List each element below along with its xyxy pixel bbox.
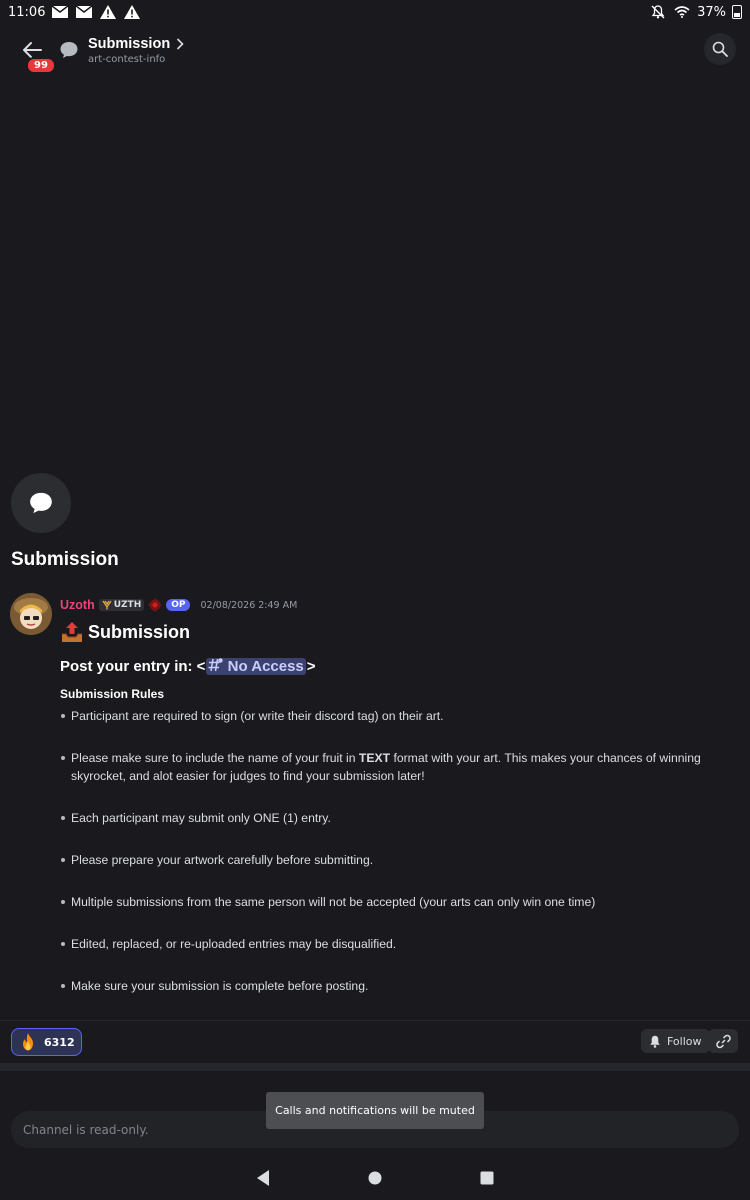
mail-icon xyxy=(75,5,93,19)
channel-mention[interactable]: No Access xyxy=(206,658,306,675)
chat-bubble-icon xyxy=(30,492,52,514)
copy-link-button[interactable] xyxy=(708,1029,738,1053)
header-title-group[interactable]: Submission art-contest-info xyxy=(88,36,184,65)
message-heading-text: Submission xyxy=(88,621,191,642)
message-heading: Submission xyxy=(60,620,730,644)
divider xyxy=(0,1020,750,1021)
warning-icon xyxy=(123,5,141,19)
avatar[interactable] xyxy=(10,593,52,635)
server-tag[interactable]: UZTH xyxy=(98,599,145,611)
system-nav-bar xyxy=(0,1156,750,1200)
post-entry-suffix: > xyxy=(306,658,316,675)
message: Uzoth UZTH OP 02/08/2026 2:49 AM Submiss… xyxy=(60,596,730,1019)
battery-icon xyxy=(732,5,742,19)
toast-text: Calls and notifications will be muted xyxy=(275,1104,475,1117)
op-badge: OP xyxy=(166,599,191,611)
warning-icon xyxy=(99,5,117,19)
page-title: Submission xyxy=(88,35,171,52)
chevron-right-icon xyxy=(177,37,184,50)
section-separator xyxy=(0,1063,750,1071)
locked-channel-icon xyxy=(208,658,224,672)
notifications-off-icon xyxy=(649,5,667,19)
rules-title: Submission Rules xyxy=(60,687,165,701)
list-item: Please make sure to include the name of … xyxy=(60,749,730,785)
nav-back-icon[interactable] xyxy=(255,1169,271,1187)
post-entry-line: Post your entry in: < No Access > xyxy=(60,658,730,675)
emblem-icon xyxy=(102,600,112,610)
fire-icon xyxy=(23,1033,33,1051)
list-item: Participant are required to sign (or wri… xyxy=(60,707,730,725)
message-input-placeholder: Channel is read-only. xyxy=(23,1122,149,1137)
status-bar: 11:06 37% xyxy=(0,0,750,24)
parent-channel-name: art-contest-info xyxy=(88,53,166,65)
username[interactable]: Uzoth xyxy=(60,598,95,612)
follow-label: Follow xyxy=(667,1034,702,1048)
list-item: Each participant may submit only ONE (1)… xyxy=(60,809,730,827)
reaction-count: 6312 xyxy=(44,1035,75,1049)
post-entry-prefix: Post your entry in: < xyxy=(60,658,206,675)
mail-icon xyxy=(51,5,69,19)
search-icon xyxy=(712,41,728,57)
bell-icon xyxy=(650,1035,660,1048)
status-time: 11:06 xyxy=(8,4,46,20)
battery-percent: 37% xyxy=(697,4,726,20)
follow-button[interactable]: Follow xyxy=(641,1029,710,1053)
message-header: Uzoth UZTH OP 02/08/2026 2:49 AM xyxy=(60,596,730,614)
role-icon xyxy=(148,598,162,612)
nav-recents-icon[interactable] xyxy=(479,1170,495,1186)
channel-header: 99 Submission art-contest-info xyxy=(0,24,750,76)
link-icon xyxy=(715,1034,731,1048)
reaction-button[interactable]: 6312 xyxy=(11,1028,82,1056)
chat-bubble-icon xyxy=(60,42,78,58)
search-button[interactable] xyxy=(704,33,736,65)
outbox-tray-icon xyxy=(62,622,82,642)
list-item: Edited, replaced, or re-uploaded entries… xyxy=(60,935,730,953)
list-item: Make sure your submission is complete be… xyxy=(60,977,730,995)
toast-notification: Calls and notifications will be muted xyxy=(266,1092,484,1129)
nav-home-icon[interactable] xyxy=(367,1170,383,1186)
server-tag-label: UZTH xyxy=(113,600,142,610)
wifi-icon xyxy=(673,5,691,19)
thread-icon-circle xyxy=(11,473,71,533)
list-item: Multiple submissions from the same perso… xyxy=(60,893,730,911)
timestamp: 02/08/2026 2:49 AM xyxy=(200,599,298,611)
rules-list: Participant are required to sign (or wri… xyxy=(60,707,730,995)
thread-title: Submission xyxy=(11,549,119,570)
back-button[interactable]: 99 xyxy=(12,30,56,74)
unread-badge: 99 xyxy=(26,57,56,74)
channel-mention-label: No Access xyxy=(227,658,304,675)
list-item: Please prepare your artwork carefully be… xyxy=(60,851,730,869)
